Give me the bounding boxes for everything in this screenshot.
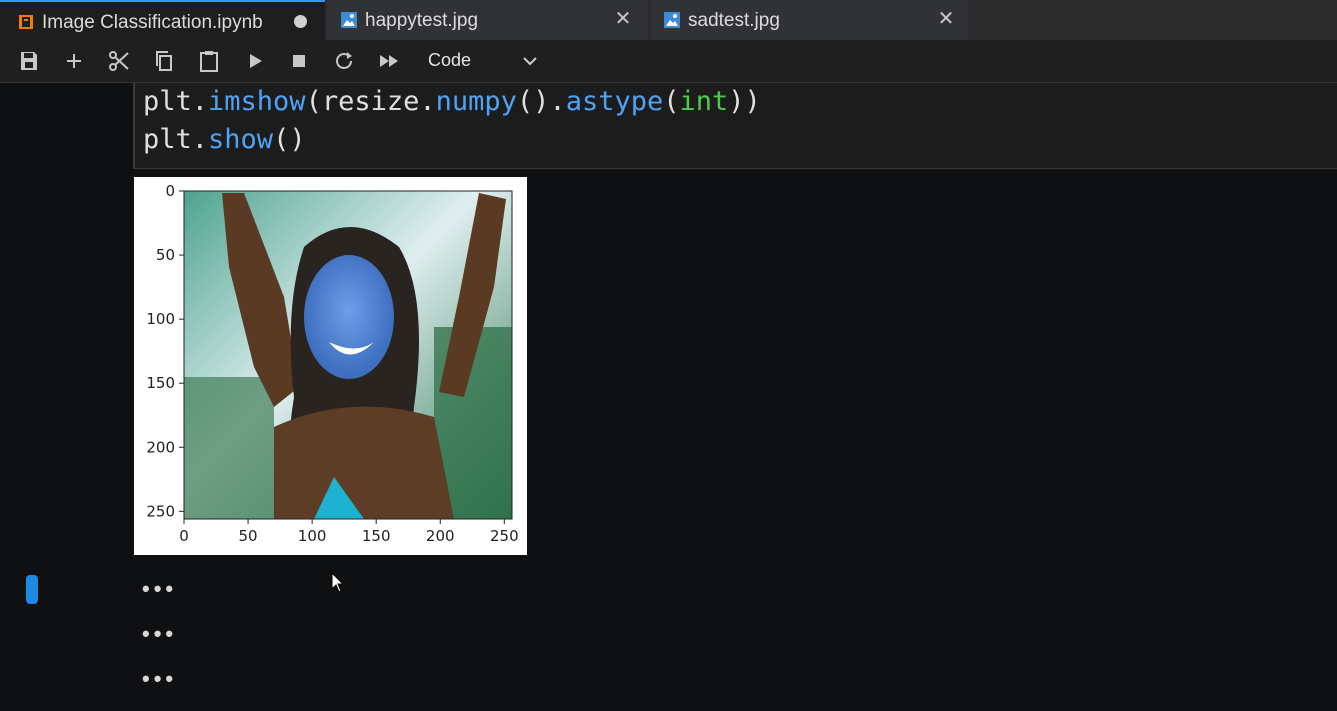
x-tick-label: 250 xyxy=(490,527,519,545)
x-tick-label: 200 xyxy=(426,527,455,545)
tab-happytest[interactable]: happytest.jpg ✕ xyxy=(327,0,648,40)
y-tick-label: 0 xyxy=(165,182,175,200)
cell-type-select[interactable]: Code xyxy=(428,50,471,71)
x-tick-label: 100 xyxy=(298,527,327,545)
tab-bar: Image Classification.ipynb happytest.jpg… xyxy=(0,0,1337,40)
collapsed-output[interactable]: ••• xyxy=(142,576,177,602)
stop-icon[interactable] xyxy=(287,49,311,73)
y-tick-label: 200 xyxy=(146,438,175,456)
chevron-down-icon[interactable] xyxy=(520,51,540,71)
close-icon[interactable]: ✕ xyxy=(935,8,957,30)
y-tick-label: 150 xyxy=(146,374,175,392)
run-all-icon[interactable] xyxy=(377,49,401,73)
cell-selection-indicator xyxy=(26,575,38,604)
tab-label: happytest.jpg xyxy=(365,10,479,31)
tab-image-classification[interactable]: Image Classification.ipynb xyxy=(0,0,325,40)
restart-icon[interactable] xyxy=(332,49,356,73)
image-file-icon xyxy=(341,12,357,28)
add-cell-icon[interactable] xyxy=(62,49,86,73)
copy-icon[interactable] xyxy=(152,49,176,73)
code-cell[interactable]: plt.imshow(resize.numpy().astype(int)) p… xyxy=(133,83,1337,169)
paste-icon[interactable] xyxy=(197,49,221,73)
y-tick-label: 50 xyxy=(156,246,175,264)
run-icon[interactable] xyxy=(243,49,267,73)
cut-icon[interactable] xyxy=(107,49,131,73)
image-plot: 0 50 100 150 200 250 0 50 100 150 200 250 xyxy=(146,182,519,545)
notebook-toolbar: Code xyxy=(0,40,1337,83)
collapsed-output[interactable]: ••• xyxy=(142,621,177,647)
code-line: plt.imshow(resize.numpy().astype(int)) xyxy=(143,86,761,117)
x-tick-label: 150 xyxy=(362,527,391,545)
photo xyxy=(184,191,512,519)
x-tick-label: 0 xyxy=(179,527,189,545)
tab-label: sadtest.jpg xyxy=(688,10,780,31)
tab-label: Image Classification.ipynb xyxy=(42,12,263,33)
close-icon[interactable]: ✕ xyxy=(612,8,634,30)
plot-output: 0 50 100 150 200 250 0 50 100 150 200 250 xyxy=(134,177,527,555)
save-icon[interactable] xyxy=(17,49,41,73)
notebook-area: plt.imshow(resize.numpy().astype(int)) p… xyxy=(0,83,1337,711)
code-line: plt.show() xyxy=(143,124,306,155)
x-tick-label: 50 xyxy=(239,527,258,545)
unsaved-dot-icon[interactable] xyxy=(294,15,307,28)
image-file-icon xyxy=(664,12,680,28)
collapsed-output[interactable]: ••• xyxy=(142,666,177,692)
y-tick-label: 250 xyxy=(146,502,175,520)
tab-sadtest[interactable]: sadtest.jpg ✕ xyxy=(650,0,968,40)
notebook-icon xyxy=(18,14,34,30)
y-tick-label: 100 xyxy=(146,310,175,328)
mouse-cursor-icon xyxy=(331,572,345,593)
